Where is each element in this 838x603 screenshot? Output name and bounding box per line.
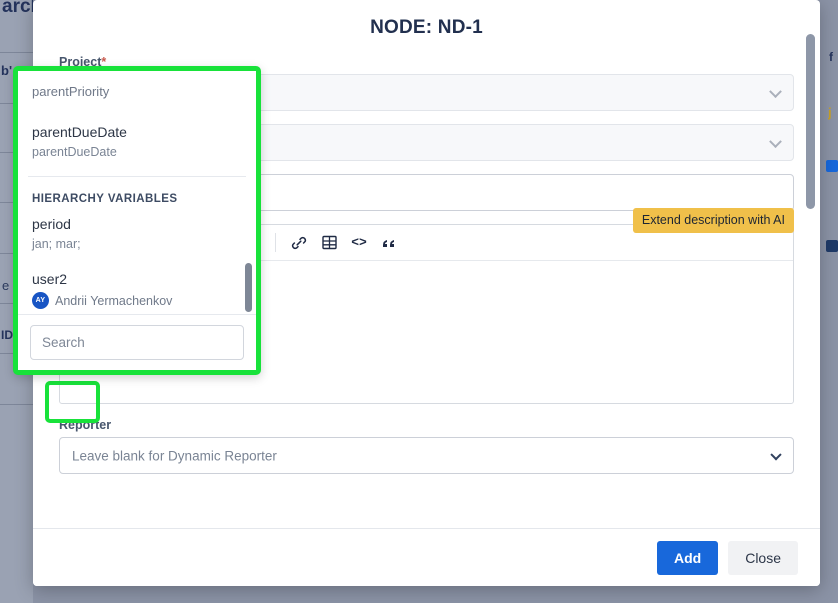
variable-list: parentPriority parentDueDate parentDueDa… (18, 71, 256, 316)
toolbar-separator (275, 233, 276, 252)
variable-group-title: HIERARCHY VARIABLES (18, 177, 256, 209)
variable-value: parentDueDate (32, 143, 242, 161)
reporter-select[interactable]: Leave blank for Dynamic Reporter (59, 437, 794, 474)
variable-value: jan; mar; (32, 235, 242, 253)
background-right-text: j (828, 105, 838, 120)
variable-name: user2 (32, 269, 242, 289)
reporter-label: Reporter (59, 418, 794, 432)
avatar: AY (32, 292, 49, 309)
extend-description-with-ai-button[interactable]: Extend description with AI (633, 208, 794, 233)
add-button[interactable]: Add (657, 541, 718, 575)
background-divider (0, 404, 33, 405)
table-icon[interactable] (315, 230, 343, 256)
variable-picker-dropdown: parentPriority parentDueDate parentDueDa… (13, 66, 261, 375)
variable-name: parentDueDate (32, 122, 242, 142)
code-icon[interactable]: <> (345, 230, 373, 256)
avatar-name: Andrii Yermachenkov (55, 294, 172, 308)
background-right-badge (826, 240, 838, 252)
dialog-footer: Add Close (33, 528, 820, 586)
variable-item-parentPriority[interactable]: parentPriority (18, 71, 256, 109)
background-right-panel (820, 0, 838, 603)
variable-item-parentDueDate[interactable]: parentDueDate parentDueDate (18, 109, 256, 168)
search-input[interactable] (30, 325, 244, 360)
variable-item-user2[interactable]: user2 AY Andrii Yermachenkov (18, 260, 256, 316)
close-button[interactable]: Close (728, 541, 798, 575)
field-reporter: Reporter Leave blank for Dynamic Reporte… (59, 418, 794, 474)
variable-item-period[interactable]: period jan; mar; (18, 209, 256, 260)
background-heading-text: arch (2, 0, 33, 18)
variable-value-user: AY Andrii Yermachenkov (32, 292, 242, 309)
background-divider (0, 52, 33, 53)
variable-name: period (32, 214, 242, 234)
chevron-down-icon (769, 135, 782, 148)
background-right-text: f (829, 50, 838, 64)
chevron-down-icon (769, 85, 782, 98)
chevron-down-icon (770, 449, 781, 460)
quote-icon[interactable] (375, 230, 403, 256)
variable-list-scrollbar-thumb[interactable] (245, 263, 252, 312)
reporter-select-value: Leave blank for Dynamic Reporter (72, 448, 277, 463)
variable-name: parentPriority (32, 82, 242, 102)
dialog-scrollbar-track[interactable] (806, 0, 818, 586)
dialog-scrollbar-thumb[interactable] (806, 34, 815, 209)
dialog-title: NODE: ND-1 (33, 0, 820, 39)
variable-search-area (18, 314, 256, 370)
background-right-badge (826, 160, 838, 172)
link-icon[interactable] (285, 230, 313, 256)
